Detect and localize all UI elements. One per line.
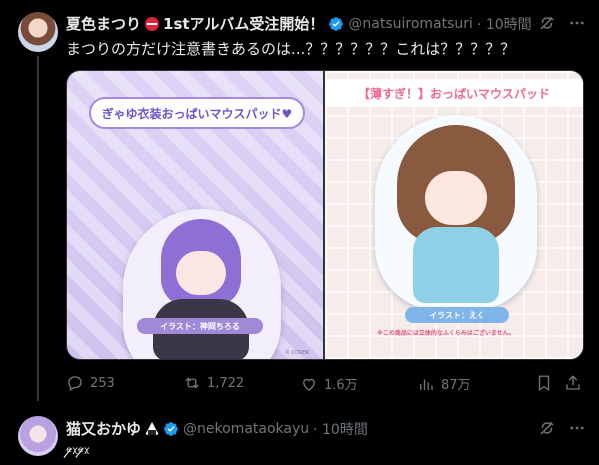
display-name[interactable]: 夏色まつり (66, 13, 141, 34)
timestamp[interactable]: · 10時間 (313, 419, 368, 439)
handle[interactable]: @nekomataokayu (183, 421, 309, 437)
views-count: 87万 (441, 378, 471, 393)
like-count: 1.6万 (324, 378, 358, 393)
thread-line (37, 56, 39, 401)
left-image-title: ぎゃゆ衣装おっぱいマウスパッド♥ (89, 97, 305, 129)
bookmark-button[interactable] (535, 374, 553, 396)
views-button[interactable]: 87万 (417, 374, 471, 393)
tweet-media[interactable]: ぎゃゆ衣装おっぱいマウスパッド♥ イラスト：神岡ちろる © COVER 【薄すぎ… (66, 70, 584, 360)
bookmark-icon (538, 375, 550, 392)
share-icon (566, 375, 580, 390)
left-copyright: © COVER (285, 350, 309, 356)
media-image-right[interactable]: 【薄すぎ！】おっぱいマウスパッド イラスト：えく ※この商品には立体的なふくらみ… (325, 71, 583, 359)
avatar-natsuiromatsuri[interactable] (18, 12, 58, 52)
tweet1-header: 夏色まつり 1stアルバム受注開始！ @natsuiromatsuri · 10… (66, 13, 532, 34)
media-image-left[interactable]: ぎゃゆ衣装おっぱいマウスパッド♥ イラスト：神岡ちろる © COVER (67, 71, 323, 359)
more-options-icon[interactable] (568, 419, 586, 441)
tweet2-header: 猫又おかゆ @nekomataokayu · 10時間 (66, 418, 368, 439)
repost-icon (185, 377, 199, 389)
timestamp[interactable]: · 10時間 (477, 14, 532, 34)
more-options-icon[interactable] (568, 14, 586, 36)
share-button[interactable] (564, 374, 582, 396)
character-face-matsuri (425, 171, 487, 225)
verified-badge-icon (164, 421, 178, 436)
grok-icon[interactable] (538, 14, 556, 36)
heart-icon (303, 378, 315, 391)
repost-button[interactable]: 1,722 (183, 374, 244, 392)
reply-count: 253 (90, 375, 115, 391)
views-chart-icon (420, 379, 433, 390)
avatar-nekomataokayu[interactable] (18, 416, 58, 456)
tweet-text: まつりの方だけ注意書きあるのは...？？？？？？これは？？？？？ (66, 40, 516, 58)
character-body-matsuri (413, 227, 499, 303)
right-note: ※この商品には立体的なふくらみはございません。 (377, 330, 515, 337)
onigiri-emoji-icon (145, 422, 160, 435)
verified-badge-icon (329, 16, 344, 31)
grok-icon[interactable] (538, 419, 556, 441)
right-illustrator-credit: イラスト：えく (405, 307, 509, 323)
reply-icon (68, 376, 82, 391)
like-button[interactable]: 1.6万 (300, 374, 358, 393)
handle[interactable]: @natsuiromatsuri (348, 16, 473, 32)
display-name[interactable]: 猫又おかゆ (66, 418, 141, 439)
character-face-okayu (176, 251, 226, 295)
no-entry-emoji-icon (145, 16, 160, 31)
display-name-suffix[interactable]: 1stアルバム受注開始！ (163, 13, 324, 34)
reply-button[interactable]: 253 (66, 374, 115, 392)
repost-count: 1,722 (207, 375, 245, 391)
right-image-title: 【薄すぎ！】おっぱいマウスパッド (325, 79, 583, 107)
left-illustrator-credit: イラスト：神岡ちろる (137, 318, 263, 334)
tweet-text: ᵉ̷̷̷ᵡᵉ̷̷̷ᵡ (66, 443, 90, 461)
